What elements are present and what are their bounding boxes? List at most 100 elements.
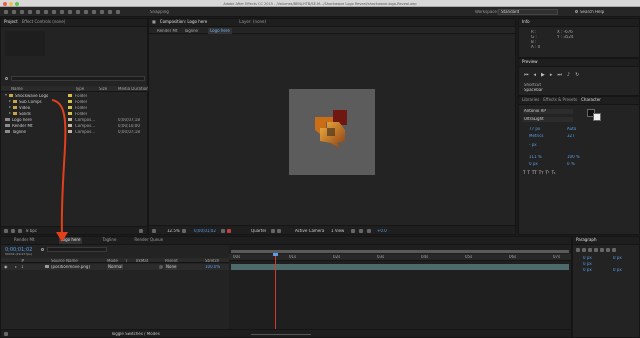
all-caps-button[interactable]: TT bbox=[532, 170, 537, 176]
maximize-icon[interactable] bbox=[15, 1, 19, 6]
layer-parent-select[interactable]: None bbox=[165, 264, 178, 270]
interpret-footage-icon[interactable] bbox=[4, 229, 8, 233]
zoom-tool-icon[interactable] bbox=[28, 9, 32, 14]
timeline-track-area[interactable]: 00s 01s 02s 03s 04s 05s 06s 07s bbox=[229, 245, 571, 329]
grid-icon[interactable] bbox=[182, 228, 186, 233]
next-frame-icon[interactable]: ▸ bbox=[550, 72, 553, 78]
faux-italic-button[interactable]: T bbox=[527, 170, 529, 176]
leading-value[interactable]: Auto bbox=[567, 127, 576, 132]
tracking-value[interactable]: 327 bbox=[567, 134, 575, 139]
pan-tool-icon[interactable] bbox=[52, 9, 56, 14]
zoom-slider[interactable] bbox=[251, 333, 311, 335]
font-family-select[interactable]: Antonio RP bbox=[523, 109, 573, 114]
tab-effects-presets[interactable]: Effects & Presets bbox=[543, 97, 577, 103]
workspace-select[interactable]: Standard bbox=[498, 8, 558, 15]
baseline-shift-value[interactable]: 0 px bbox=[529, 162, 538, 167]
justify-right-icon[interactable] bbox=[606, 248, 610, 252]
view-layout-select[interactable]: 1 View bbox=[331, 229, 344, 234]
horizontal-scale-value[interactable]: 100 % bbox=[567, 155, 580, 160]
column-type[interactable]: Type bbox=[75, 87, 84, 92]
tsume-value[interactable]: 0 % bbox=[567, 162, 575, 167]
column-trkmat[interactable]: TrkMat bbox=[135, 259, 148, 264]
column-source[interactable]: Source Name bbox=[51, 259, 78, 264]
pen-tool-icon[interactable] bbox=[68, 9, 72, 14]
camera-tool-icon[interactable] bbox=[44, 9, 48, 14]
snapshot-icon[interactable] bbox=[221, 228, 225, 233]
indent-left-value[interactable]: 0 px bbox=[583, 256, 592, 261]
time-ruler[interactable]: 00s 01s 02s 03s 04s 05s 06s 07s bbox=[229, 254, 571, 261]
close-icon[interactable] bbox=[3, 1, 7, 6]
show-channel-icon[interactable] bbox=[227, 228, 231, 233]
justify-left-icon[interactable] bbox=[594, 248, 598, 252]
playhead-handle-icon[interactable] bbox=[273, 253, 278, 256]
rotate-tool-icon[interactable] bbox=[36, 9, 40, 14]
visibility-icon[interactable]: ◉ bbox=[4, 264, 8, 270]
tab-info[interactable]: Info bbox=[522, 19, 530, 25]
font-size-value[interactable]: 77 px bbox=[529, 127, 540, 132]
column-stretch[interactable]: Stretch bbox=[205, 259, 219, 264]
space-after-value[interactable]: 0 px bbox=[613, 268, 622, 273]
column-mode[interactable]: Mode bbox=[107, 259, 118, 264]
home-icon[interactable] bbox=[4, 9, 8, 14]
align-left-icon[interactable] bbox=[576, 248, 580, 252]
faux-bold-button[interactable]: T bbox=[523, 170, 525, 176]
subscript-button[interactable]: T₁ bbox=[552, 170, 556, 176]
flowchart-icon[interactable] bbox=[367, 228, 371, 233]
minimize-icon[interactable] bbox=[9, 1, 13, 6]
playhead[interactable] bbox=[275, 254, 276, 329]
justify-all-icon[interactable] bbox=[612, 248, 616, 252]
trash-icon[interactable] bbox=[139, 229, 143, 233]
work-area-bar[interactable] bbox=[231, 250, 569, 253]
mute-icon[interactable]: ♪ bbox=[567, 72, 570, 78]
table-row[interactable]: ◉ ▸ 1 [positionmove.png] Normal @ None 1… bbox=[1, 264, 229, 270]
loop-icon[interactable]: ↻ bbox=[575, 72, 579, 78]
play-icon[interactable]: ▶ bbox=[541, 72, 545, 78]
eraser-tool-icon[interactable] bbox=[100, 9, 104, 14]
stroke-width-value[interactable]: - px bbox=[529, 143, 537, 148]
column-duration[interactable]: Media Duration bbox=[118, 87, 149, 92]
type-tool-icon[interactable] bbox=[76, 9, 80, 14]
comp-viewer[interactable] bbox=[149, 35, 515, 225]
expand-switches-icon[interactable] bbox=[4, 332, 8, 336]
tab-composition[interactable]: Composition: Logo here bbox=[160, 19, 207, 25]
stroke-color-swatch[interactable] bbox=[593, 113, 601, 121]
disclosure-triangle-icon[interactable]: ▸ bbox=[15, 264, 17, 270]
kerning-value[interactable]: Metrics bbox=[529, 134, 544, 139]
toggle-switches-modes-button[interactable]: Toggle Switches / Modes bbox=[111, 332, 160, 337]
zoom-select[interactable]: 12.5% bbox=[167, 229, 180, 234]
tab-effect-controls[interactable]: Effect Controls (none) bbox=[22, 19, 66, 25]
tab-libraries[interactable]: Libraries bbox=[522, 97, 539, 103]
transparency-grid-icon[interactable] bbox=[277, 228, 281, 233]
vertical-scale-value[interactable]: 111 % bbox=[529, 155, 542, 160]
tab-preview[interactable]: Preview bbox=[522, 59, 538, 65]
subtab-tagline[interactable]: Tagline bbox=[184, 29, 198, 34]
layer-mode-select[interactable]: Normal bbox=[107, 264, 124, 270]
project-search-field[interactable] bbox=[11, 76, 145, 81]
new-folder-icon[interactable] bbox=[11, 229, 15, 233]
shortcut-select[interactable]: Spacebar bbox=[524, 88, 543, 93]
layer-duration-bar[interactable] bbox=[231, 264, 569, 270]
new-composition-icon[interactable] bbox=[18, 229, 22, 233]
brush-tool-icon[interactable] bbox=[84, 9, 88, 14]
align-right-icon[interactable] bbox=[588, 248, 592, 252]
small-caps-button[interactable]: Tт bbox=[539, 170, 544, 176]
tab-project[interactable]: Project bbox=[4, 19, 18, 25]
timeline-search-field[interactable] bbox=[47, 247, 107, 252]
magnifier-icon[interactable] bbox=[152, 228, 156, 233]
camera-select[interactable]: Active Camera bbox=[295, 229, 324, 234]
disclosure-triangle-icon[interactable]: ▾ bbox=[5, 92, 7, 98]
resolution-select[interactable]: Quarter bbox=[251, 229, 266, 234]
column-parent[interactable]: Parent bbox=[165, 259, 178, 264]
clone-tool-icon[interactable] bbox=[92, 9, 96, 14]
superscript-button[interactable]: T¹ bbox=[546, 170, 550, 176]
column-name[interactable]: Name bbox=[11, 87, 23, 92]
lock-icon[interactable]: ■ bbox=[152, 19, 156, 25]
hand-tool-icon[interactable] bbox=[20, 9, 24, 14]
timeline-tab-render-queue[interactable]: Render Queue bbox=[134, 237, 163, 243]
font-style-select[interactable]: UltraLight bbox=[523, 117, 573, 122]
justify-center-icon[interactable] bbox=[600, 248, 604, 252]
layer-stretch[interactable]: 100.0% bbox=[205, 265, 220, 270]
tab-paragraph[interactable]: Paragraph bbox=[576, 237, 597, 243]
indent-first-value[interactable]: 0 px bbox=[583, 262, 592, 267]
space-before-value[interactable]: 0 px bbox=[583, 268, 592, 273]
